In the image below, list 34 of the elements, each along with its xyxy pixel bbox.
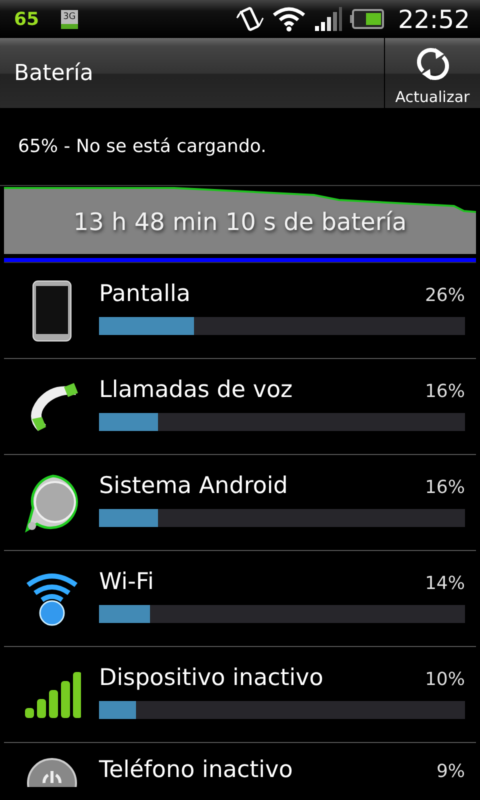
usage-row[interactable]: Dispositivo inactivo 10% (4, 647, 476, 743)
refresh-button[interactable]: Actualizar (384, 38, 480, 108)
usage-percent: 16% (424, 476, 465, 498)
usage-row[interactable]: Teléfono inactivo 9% (4, 743, 476, 800)
screen-title: Batería (13, 60, 94, 88)
usage-label: Pantalla (99, 280, 190, 306)
usage-percent: 26% (424, 284, 465, 306)
usage-row[interactable]: Llamadas de voz 16% (4, 359, 476, 455)
signal-bars-icon (22, 672, 80, 718)
signal-icon (314, 7, 342, 31)
usage-row[interactable]: Sistema Android 16% (4, 455, 476, 551)
usage-label: Sistema Android (99, 472, 288, 498)
network-badge: 3G (61, 10, 78, 28)
usage-label: Wi-Fi (99, 568, 154, 594)
refresh-icon (414, 46, 450, 82)
usage-label: Teléfono inactivo (99, 757, 293, 783)
usage-percent: 9% (436, 761, 465, 782)
usage-percent: 10% (424, 668, 465, 690)
usage-row[interactable]: Pantalla 26% (4, 263, 476, 359)
usage-label: Dispositivo inactivo (99, 664, 324, 690)
clock: 22:52 (398, 4, 470, 34)
wifi-icon (24, 570, 78, 626)
battery-icon (350, 9, 384, 29)
battery-time-caption: 13 h 48 min 10 s de batería (72, 208, 408, 236)
battery-percent: 65 (14, 8, 40, 30)
power-icon (26, 757, 78, 787)
battery-status-text: 65% - No se está cargando. (0, 108, 480, 186)
vibrate-icon (236, 5, 264, 33)
wifi-icon (272, 6, 306, 32)
usage-label: Llamadas de voz (99, 376, 293, 402)
usage-percent: 14% (424, 572, 465, 594)
usage-row[interactable]: Wi-Fi 14% (4, 551, 476, 647)
usage-percent: 16% (424, 380, 465, 402)
phone-icon (32, 280, 72, 342)
